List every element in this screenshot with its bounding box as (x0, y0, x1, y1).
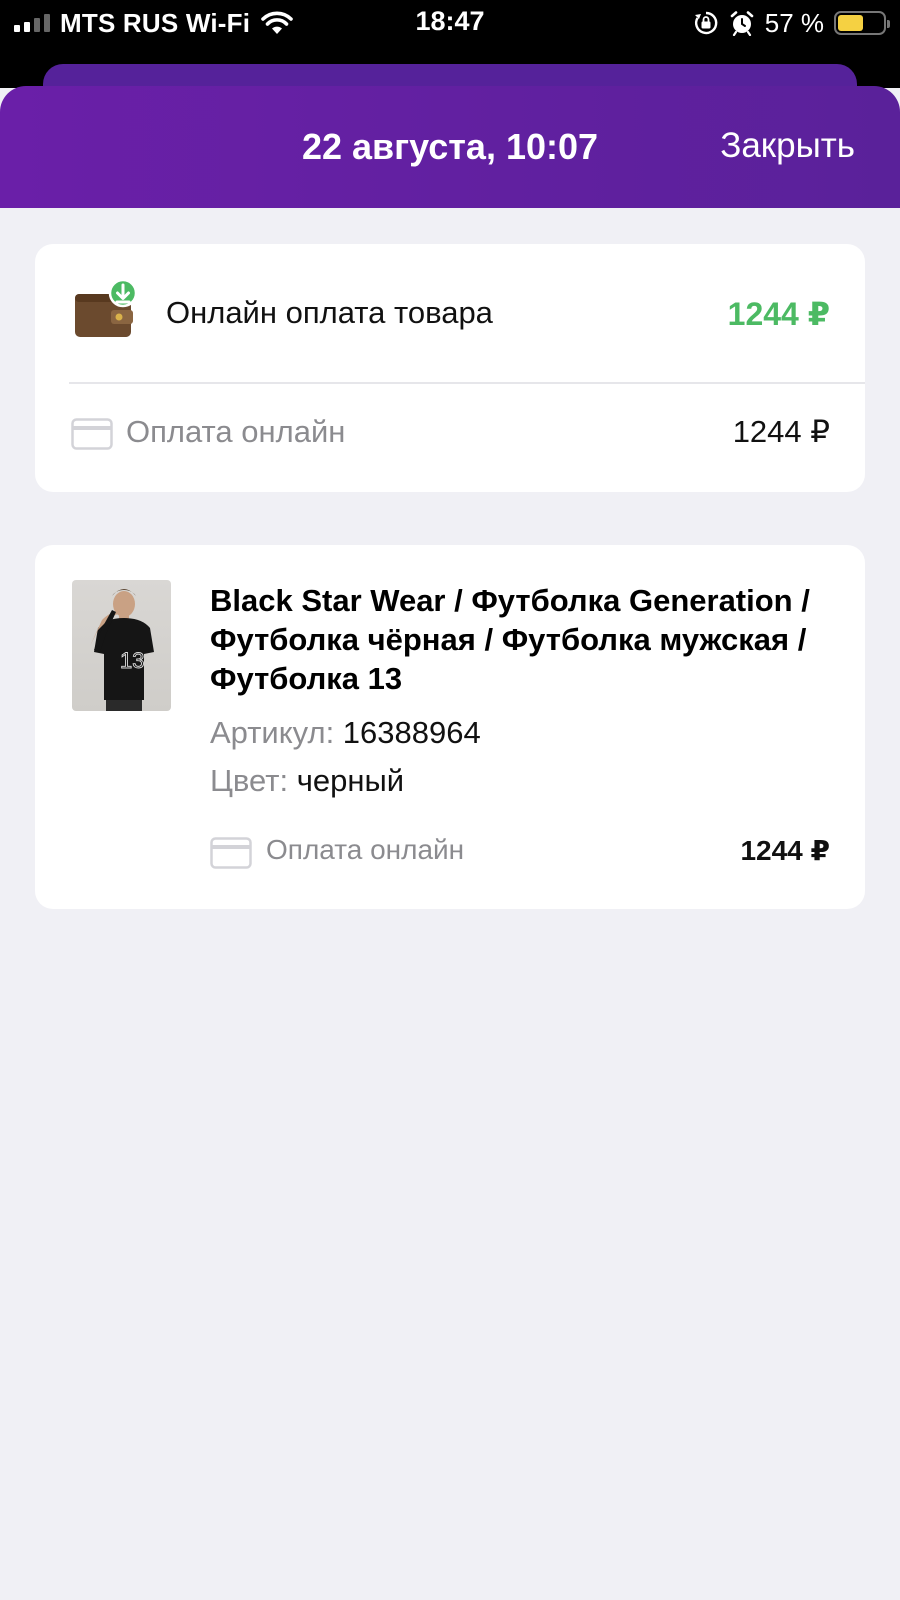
product-photo[interactable]: 13 (72, 580, 171, 711)
svg-text:13: 13 (120, 648, 144, 673)
payment-card: Онлайн оплата товара 1244 ₽ Оплата онлай… (35, 244, 865, 492)
battery-icon (834, 11, 890, 35)
close-button[interactable]: Закрыть (720, 126, 855, 166)
battery-percent: 57 % (764, 7, 824, 38)
alarm-icon (730, 11, 754, 36)
article-value: 16388964 (342, 715, 481, 750)
page-title: 22 августа, 10:07 (301, 126, 599, 167)
payment-title: Онлайн оплата товара (166, 295, 493, 330)
color-key: Цвет: (210, 763, 297, 798)
product-payment-amount: 1244 ₽ (740, 835, 830, 866)
orientation-lock-icon (694, 11, 718, 35)
card-icon (71, 418, 113, 450)
color-row: Цвет: черный (210, 763, 404, 799)
status-bar-right: 57 % (693, 7, 890, 38)
color-value: черный (296, 763, 405, 798)
article-row: Артикул: 16388964 (210, 715, 481, 751)
product-payment-method-label: Оплата онлайн (266, 834, 465, 865)
payment-method-amount: 1244 ₽ (732, 414, 830, 449)
battery-fill (838, 15, 864, 31)
product-card[interactable]: 13 Black Star Wear / Футболка Generation… (35, 545, 865, 909)
payment-method-label: Оплата онлайн (126, 414, 346, 449)
modal-header: 22 августа, 10:07 Закрыть (0, 86, 900, 208)
product-title[interactable]: Black Star Wear / Футболка Generation / … (210, 581, 810, 698)
card-icon (210, 837, 252, 869)
payment-amount: 1244 ₽ (727, 296, 830, 332)
divider (69, 382, 865, 384)
payment-summary-row: Онлайн оплата товара 1244 ₽ (35, 244, 865, 382)
article-key: Артикул: (210, 715, 343, 750)
wallet-download-icon (75, 278, 137, 337)
